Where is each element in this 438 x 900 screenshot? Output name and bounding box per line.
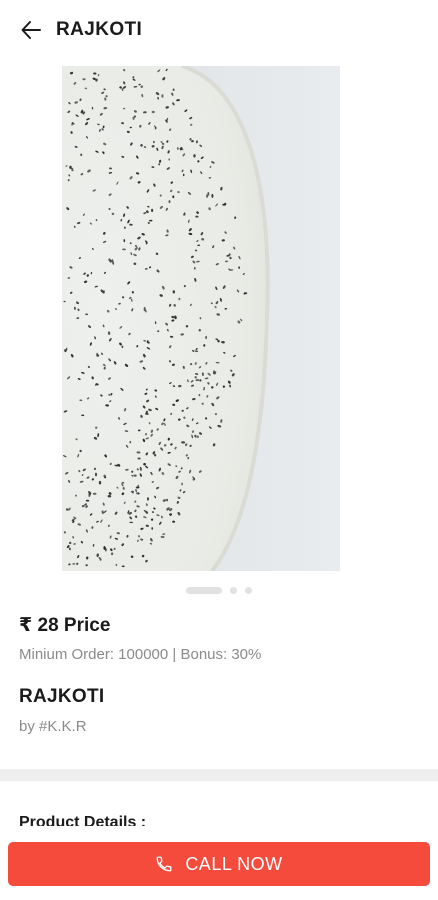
arrow-left-icon: [21, 21, 41, 39]
product-price: ₹ 28 Price: [19, 615, 111, 636]
product-name: RAJKOTI: [19, 686, 105, 707]
back-button[interactable]: [18, 17, 44, 43]
product-photo: [62, 66, 340, 571]
call-now-label: CALL NOW: [185, 853, 283, 874]
app-header: RAJKOTI: [0, 0, 438, 60]
call-now-button[interactable]: CALL NOW: [8, 842, 430, 886]
order-meta: Minium Order: 100000 | Bonus: 30%: [19, 646, 262, 663]
carousel-dot[interactable]: [245, 586, 252, 594]
seller-name: by #K.K.R: [19, 718, 87, 735]
bottom-action-bar: CALL NOW: [0, 826, 438, 900]
section-divider: [0, 769, 438, 781]
product-image[interactable]: [62, 66, 340, 571]
product-screen: RAJKOTI ₹ 28 Price Minium Order: 100000 …: [0, 0, 438, 900]
carousel-indicator: [0, 586, 438, 594]
phone-icon: [155, 855, 173, 873]
carousel-dot[interactable]: [186, 586, 222, 594]
page-title: RAJKOTI: [56, 19, 143, 40]
carousel-dot[interactable]: [230, 586, 237, 594]
